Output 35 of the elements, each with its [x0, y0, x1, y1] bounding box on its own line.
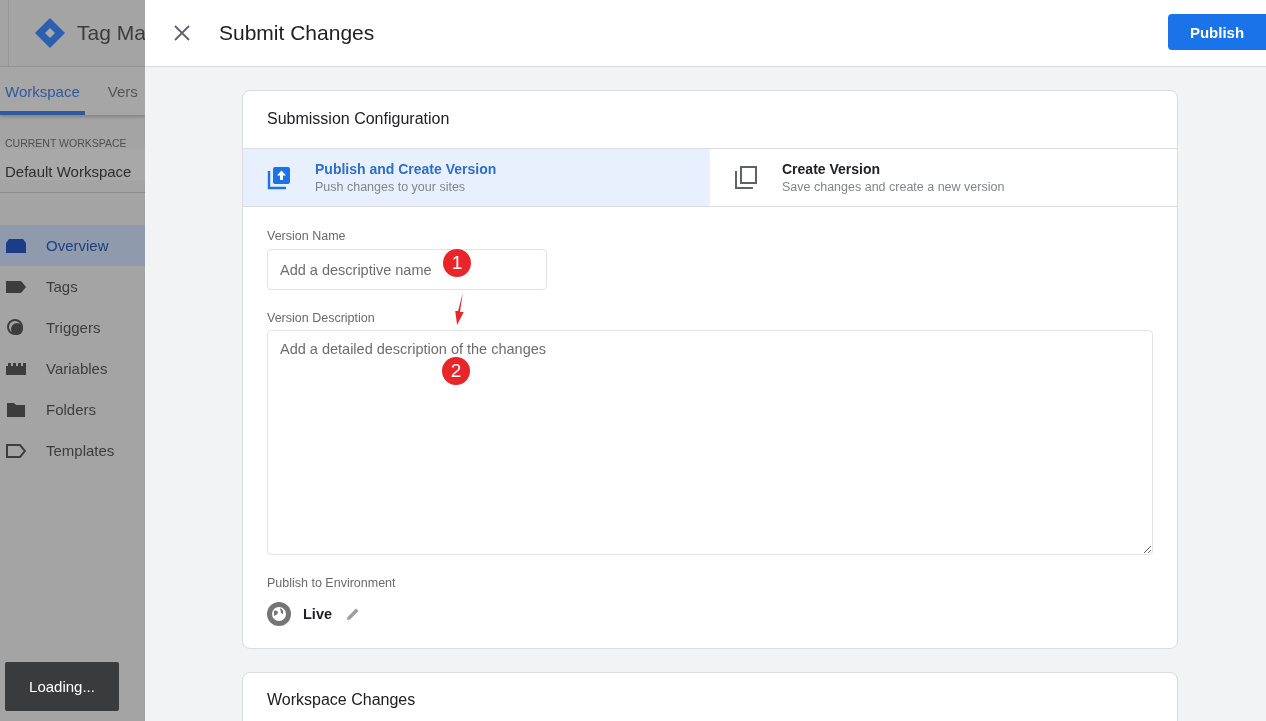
drawer-icon — [6, 238, 26, 253]
version-option[interactable]: Publish and Create Version Push changes to your sites — [243, 149, 710, 206]
card-title: Submission Configuration — [266, 109, 451, 129]
copy-icon — [734, 165, 758, 190]
nav-item[interactable]: Overview — [0, 225, 145, 266]
field-label: Publish to Environment — [267, 576, 397, 590]
workspace-selector[interactable]: Default Workspace — [0, 149, 145, 180]
nav-item[interactable]: Variables — [0, 348, 145, 389]
nav-item[interactable]: Tags — [0, 266, 145, 307]
pencil-icon[interactable] — [346, 607, 360, 621]
globe-icon — [267, 602, 291, 626]
loading-toast: Loading... — [5, 662, 119, 711]
section-heading: CURRENT WORKSPACE — [4, 136, 128, 149]
version-option[interactable]: Create Version Save changes and create a new version — [710, 149, 1177, 206]
nav-item[interactable]: Templates — [0, 430, 145, 471]
diamond-logo-icon — [33, 16, 67, 50]
tag-icon — [6, 280, 26, 293]
annotation-arrow — [452, 293, 466, 327]
dialog-title: Submit Changes — [219, 21, 376, 45]
tab[interactable]: Workspace — [0, 67, 85, 115]
nav-item[interactable]: Folders — [0, 389, 145, 430]
field-label: Version Description — [267, 311, 376, 325]
circles-icon — [6, 317, 26, 338]
blocks-icon — [6, 362, 26, 375]
field-label: Version Name — [267, 229, 347, 243]
publish-button[interactable]: Publish — [1168, 14, 1266, 50]
tag-outline-icon — [6, 443, 26, 458]
folder-icon — [6, 402, 26, 417]
close-icon[interactable] — [174, 25, 190, 41]
upload-stack-icon — [267, 165, 291, 190]
tab[interactable]: Vers — [102, 67, 143, 115]
card-title: Workspace Changes — [266, 690, 417, 710]
app-title: Tag Ma — [77, 21, 145, 45]
nav-item[interactable]: Triggers — [0, 307, 145, 348]
environment-name: Live — [303, 606, 332, 622]
